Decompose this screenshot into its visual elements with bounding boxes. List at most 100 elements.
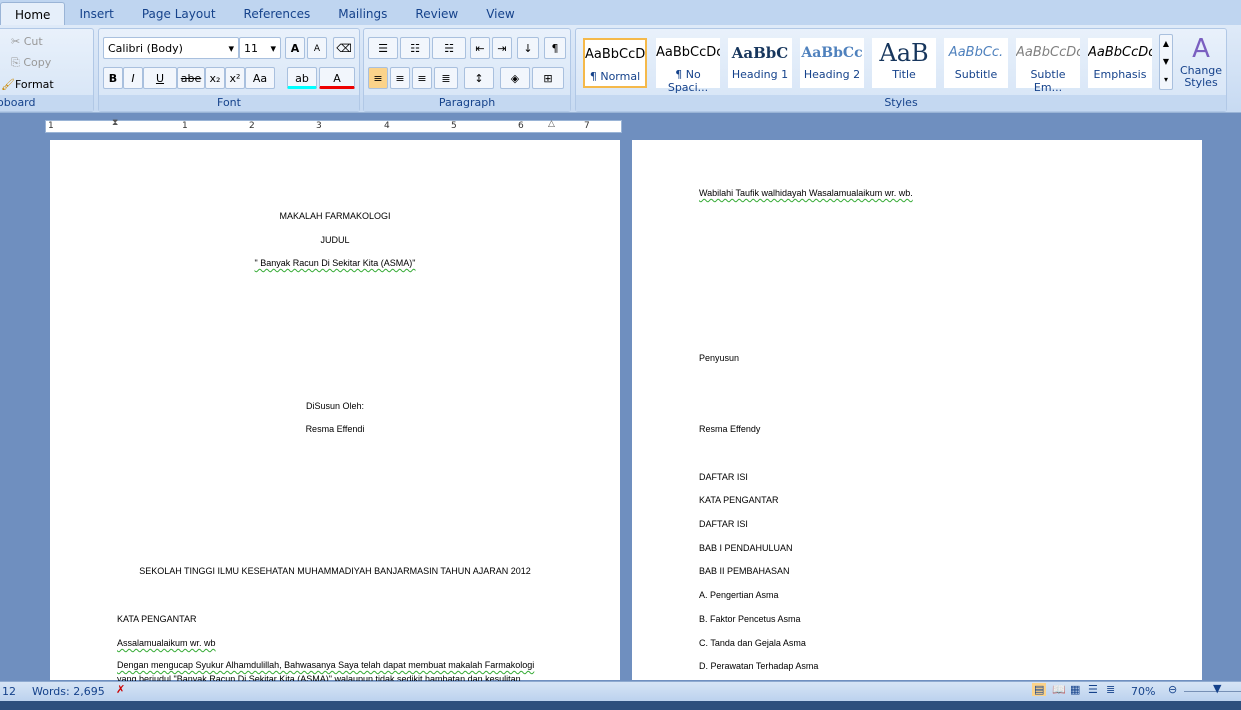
strikethrough-button[interactable]: abe (177, 67, 205, 89)
style-heading-1[interactable]: AaBbC Heading 1 (728, 38, 792, 88)
cut-button[interactable]: ✂ Cut (11, 31, 43, 53)
ruler-tick: 1 (48, 121, 54, 131)
style-name: Heading 2 (803, 68, 861, 81)
style-sample: AaBbCcDc (1016, 45, 1080, 60)
doc-text: Wabilahi Taufik walhidayah Wasalamualaik… (699, 188, 913, 198)
change-case-button[interactable]: Aa (245, 67, 275, 89)
underline-button[interactable]: U (143, 67, 177, 89)
style-emphasis[interactable]: AaBbCcDc Emphasis (1088, 38, 1152, 88)
zoom-out-icon[interactable]: ⊖ (1168, 683, 1177, 696)
doc-text: A. Pengertian Asma (699, 590, 779, 600)
align-left-icon: ≡ (373, 72, 383, 85)
zoom-level[interactable]: 70% (1131, 685, 1155, 698)
align-center-icon: ≡ (395, 72, 405, 85)
subscript-button[interactable]: x₂ (205, 67, 225, 89)
doc-author: Resma Effendi (305, 424, 365, 434)
page-left[interactable]: MAKALAH FARMAKOLOGI JUDUL " Banyak Racun… (50, 140, 620, 684)
show-formatting-button[interactable]: ¶ (544, 37, 566, 59)
full-screen-reading-icon[interactable]: 📖 (1052, 683, 1066, 696)
doc-text: Resma Effendy (699, 424, 761, 434)
bold-button[interactable]: B (103, 67, 123, 89)
tab-review[interactable]: Review (401, 2, 472, 26)
tab-mailings[interactable]: Mailings (324, 2, 401, 26)
justify-button[interactable]: ≣ (434, 67, 458, 89)
web-layout-icon[interactable]: ▦ (1070, 683, 1080, 696)
italic-button[interactable]: I (123, 67, 143, 89)
doc-text: KATA PENGANTAR (699, 495, 779, 505)
doc-text: DAFTAR ISI (699, 519, 748, 529)
word-count[interactable]: Words: 2,695 (32, 685, 105, 698)
bullets-button[interactable]: ☰ (368, 37, 398, 59)
sort-button[interactable]: ↓ (517, 37, 539, 59)
clipboard-label: oboard (0, 95, 93, 111)
ruler-tick: 4 (384, 121, 390, 131)
scroll-down-icon: ▼ (1162, 57, 1170, 66)
style-heading-2[interactable]: AaBbCc Heading 2 (800, 38, 864, 88)
font-name-select[interactable]: Calibri (Body) ▾ (103, 37, 239, 59)
align-center-button[interactable]: ≡ (390, 67, 410, 89)
style-normal[interactable]: AaBbCcDc ¶ Normal (583, 38, 647, 88)
indent-marker[interactable]: ⧗ (112, 118, 118, 128)
styles-group-label: Styles (576, 95, 1226, 111)
font-size-select[interactable]: 11 ▾ (239, 37, 281, 59)
grow-font-button[interactable]: A (285, 37, 305, 59)
print-layout-icon[interactable]: ▤ (1032, 683, 1047, 696)
zoom-slider-thumb[interactable]: ▼ (1213, 682, 1221, 695)
clear-formatting-button[interactable]: ⌫ (333, 37, 355, 59)
copy-icon: ⎘ (11, 56, 20, 69)
style-sample: AaBbCc. (948, 45, 1004, 60)
style-no-spacing[interactable]: AaBbCcDc ¶ No Spaci... (656, 38, 720, 94)
tab-references[interactable]: References (230, 2, 325, 26)
doc-subtitle: " Banyak Racun Di Sekitar Kita (ASMA)" (254, 258, 416, 268)
format-painter-button[interactable]: 🖌Format Painter (1, 74, 93, 113)
style-title[interactable]: AaB Title (872, 38, 936, 88)
doc-text: BAB I PENDAHULUAN (699, 543, 793, 553)
sort-az-icon: ↓ (523, 42, 533, 55)
highlight-button[interactable]: ab (287, 67, 317, 89)
right-indent-marker[interactable]: △ (548, 119, 555, 129)
align-right-button[interactable]: ≡ (412, 67, 432, 89)
font-size-value: 11 (244, 42, 258, 55)
clipboard-group: ✂ Cut ⎘ Copy 🖌Format Painter oboard (0, 28, 94, 113)
doc-text: BAB II PEMBAHASAN (699, 566, 790, 576)
style-name: Title (892, 68, 916, 81)
style-subtle-emphasis[interactable]: AaBbCcDc Subtle Em... (1016, 38, 1080, 94)
tab-home[interactable]: Home (0, 2, 66, 26)
draft-icon[interactable]: ≣ (1106, 683, 1115, 696)
multilevel-list-button[interactable]: ☵ (432, 37, 466, 59)
line-spacing-icon: ↕ (474, 72, 484, 85)
change-styles-label: Change Styles (1179, 64, 1223, 89)
change-styles-button[interactable]: A Change Styles (1176, 33, 1226, 95)
align-left-button[interactable]: ≡ (368, 67, 388, 89)
borders-button[interactable]: ⊞ (532, 67, 564, 89)
numbering-button[interactable]: ☷ (400, 37, 430, 59)
shrink-font-button[interactable]: A (307, 37, 327, 59)
page-right[interactable]: Wabilahi Taufik walhidayah Wasalamualaik… (632, 140, 1202, 680)
proofing-error-icon[interactable]: ✗ (116, 683, 125, 696)
styles-scroll[interactable]: ▲ ▼ ▾ (1159, 34, 1173, 90)
outline-icon[interactable]: ☰ (1088, 683, 1098, 696)
ribbon-tabs: Home Insert Page Layout References Maili… (0, 0, 1241, 26)
increase-indent-button[interactable]: ⇥ (492, 37, 512, 59)
brush-icon: 🖌 (1, 78, 15, 91)
outdent-icon: ⇤ (475, 42, 485, 55)
more-icon: ▾ (1163, 75, 1168, 84)
font-color-button[interactable]: A (319, 67, 355, 89)
page-number[interactable]: 12 (2, 685, 16, 698)
shading-button[interactable]: ◈ (500, 67, 530, 89)
doc-text: B. Faktor Pencetus Asma (699, 614, 801, 624)
status-bar: 12 Words: 2,695 ✗ ▤ 📖 ▦ ☰ ≣ 70% ⊖ ▼ (0, 681, 1241, 701)
style-subtitle[interactable]: AaBbCc. Subtitle (944, 38, 1008, 88)
tab-page-layout[interactable]: Page Layout (128, 2, 230, 26)
tab-view[interactable]: View (472, 2, 528, 26)
style-sample: AaBbCcDc (585, 47, 645, 62)
horizontal-ruler[interactable]: 1 1 2 3 4 5 6 7 ⧗ △ (45, 118, 622, 133)
multilevel-list-icon: ☵ (444, 42, 454, 55)
line-spacing-button[interactable]: ↕ (464, 67, 494, 89)
tab-insert[interactable]: Insert (65, 2, 127, 26)
superscript-button[interactable]: x² (225, 67, 245, 89)
copy-button[interactable]: ⎘ Copy (11, 52, 51, 74)
decrease-indent-button[interactable]: ⇤ (470, 37, 490, 59)
align-right-icon: ≡ (417, 72, 427, 85)
scroll-up-icon: ▲ (1162, 39, 1170, 48)
